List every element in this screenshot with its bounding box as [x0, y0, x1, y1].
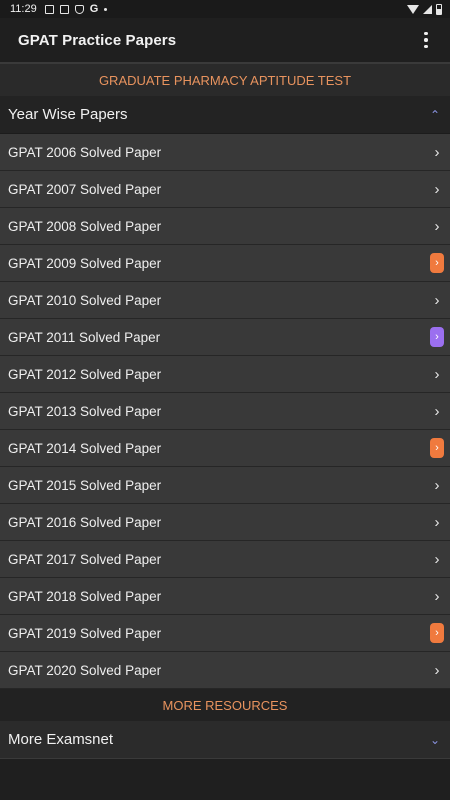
group-title: Year Wise Papers: [8, 106, 128, 123]
paper-label: GPAT 2016 Solved Paper: [8, 514, 162, 530]
paper-row[interactable]: GPAT 2008 Solved Paper ›: [0, 208, 450, 245]
paper-row[interactable]: GPAT 2019 Solved Paper ›: [0, 615, 450, 652]
paper-row[interactable]: GPAT 2007 Solved Paper ›: [0, 171, 450, 208]
paper-label: GPAT 2019 Solved Paper: [8, 625, 162, 641]
battery-icon: [436, 3, 442, 15]
paper-list: GPAT 2006 Solved Paper › GPAT 2007 Solved …: [0, 134, 450, 689]
arrow-right-icon: ›: [434, 661, 440, 679]
more-examsnet-header[interactable]: More Examsnet ⌄: [0, 721, 450, 759]
chevron-down-icon: ⌄: [429, 732, 441, 747]
paper-label: GPAT 2013 Solved Paper: [8, 403, 162, 419]
paper-label: GPAT 2020 Solved Paper: [8, 662, 162, 678]
paper-row[interactable]: GPAT 2018 Solved Paper ›: [0, 578, 450, 615]
paper-label: GPAT 2010 Solved Paper: [8, 292, 162, 308]
paper-row[interactable]: GPAT 2014 Solved Paper ›: [0, 430, 450, 467]
arrow-right-icon: ›: [434, 587, 440, 605]
shield-icon: [74, 4, 84, 14]
paper-label: GPAT 2008 Solved Paper: [8, 218, 162, 234]
paper-label: GPAT 2014 Solved Paper: [8, 440, 162, 456]
arrow-right-icon: ›: [434, 180, 440, 198]
paper-row[interactable]: GPAT 2010 Solved Paper ›: [0, 282, 450, 319]
image-notification-icon: [44, 4, 54, 14]
year-wise-papers-header[interactable]: Year Wise Papers ⌃: [0, 96, 450, 134]
status-bar: 11:29 G: [0, 0, 450, 18]
paper-row[interactable]: GPAT 2017 Solved Paper ›: [0, 541, 450, 578]
paper-label: GPAT 2015 Solved Paper: [8, 477, 162, 493]
paper-row[interactable]: GPAT 2011 Solved Paper ›: [0, 319, 450, 356]
paper-label: GPAT 2012 Solved Paper: [8, 366, 162, 382]
arrow-right-icon: ›: [434, 143, 440, 161]
chevron-up-icon: ⌃: [429, 107, 441, 122]
paper-row[interactable]: GPAT 2020 Solved Paper ›: [0, 652, 450, 689]
paper-label: GPAT 2009 Solved Paper: [8, 255, 162, 271]
more-resources-banner: MORE RESOURCES: [0, 689, 450, 721]
new-badge-arrow-icon: ›: [430, 623, 444, 643]
google-icon: G: [89, 3, 99, 15]
more-examsnet-title: More Examsnet: [8, 731, 114, 748]
new-badge-arrow-icon: ›: [430, 327, 444, 347]
overflow-menu-icon[interactable]: [416, 28, 436, 52]
arrow-right-icon: ›: [434, 513, 440, 531]
paper-row[interactable]: GPAT 2012 Solved Paper ›: [0, 356, 450, 393]
paper-row[interactable]: GPAT 2013 Solved Paper ›: [0, 393, 450, 430]
new-badge-arrow-icon: ›: [430, 438, 444, 458]
arrow-right-icon: ›: [434, 291, 440, 309]
paper-label: GPAT 2011 Solved Paper: [8, 329, 161, 345]
arrow-right-icon: ›: [434, 550, 440, 568]
paper-label: GPAT 2017 Solved Paper: [8, 551, 162, 567]
arrow-right-icon: ›: [434, 217, 440, 235]
app-bar: GPAT Practice Papers: [0, 18, 450, 64]
status-time: 11:29: [10, 3, 37, 15]
paper-label: GPAT 2007 Solved Paper: [8, 181, 162, 197]
exam-title-banner: GRADUATE PHARMACY APTITUDE TEST: [0, 64, 450, 96]
app-notification-icon: [59, 4, 69, 14]
signal-icon: [423, 4, 432, 14]
wifi-icon: [407, 4, 419, 14]
paper-label: GPAT 2006 Solved Paper: [8, 144, 162, 160]
app-title: GPAT Practice Papers: [18, 31, 177, 49]
paper-row[interactable]: GPAT 2016 Solved Paper ›: [0, 504, 450, 541]
paper-label: GPAT 2018 Solved Paper: [8, 588, 162, 604]
arrow-right-icon: ›: [434, 365, 440, 383]
new-badge-arrow-icon: ›: [430, 253, 444, 273]
paper-row[interactable]: GPAT 2009 Solved Paper ›: [0, 245, 450, 282]
paper-row[interactable]: GPAT 2015 Solved Paper ›: [0, 467, 450, 504]
paper-row[interactable]: GPAT 2006 Solved Paper ›: [0, 134, 450, 171]
arrow-right-icon: ›: [434, 402, 440, 420]
more-notifications-icon: [104, 7, 108, 11]
arrow-right-icon: ›: [434, 476, 440, 494]
